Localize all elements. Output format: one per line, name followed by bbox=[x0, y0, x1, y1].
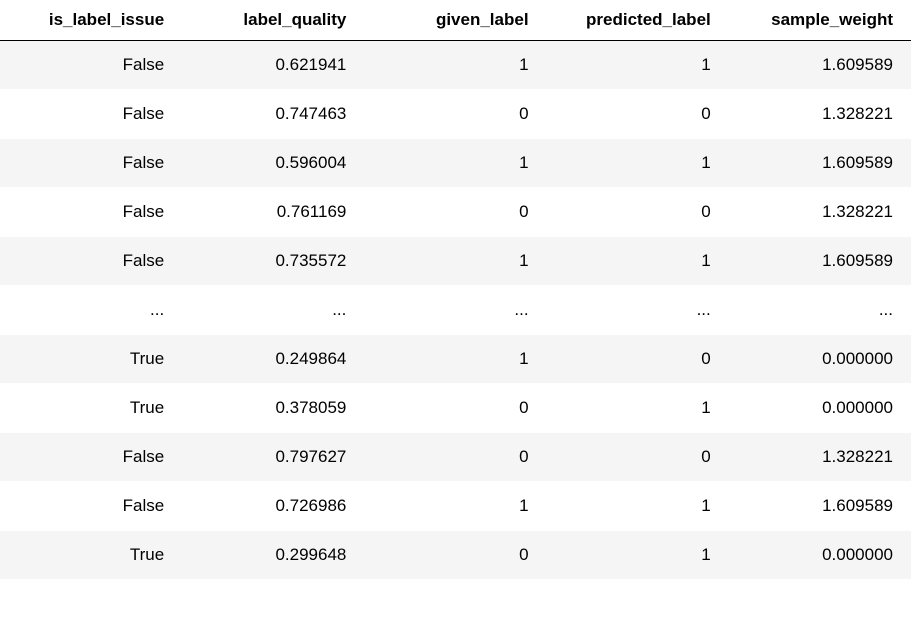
cell: 1.609589 bbox=[729, 41, 911, 90]
cell: ... bbox=[0, 286, 182, 335]
cell: 1 bbox=[547, 139, 729, 188]
cell: 0.596004 bbox=[182, 139, 364, 188]
cell: False bbox=[0, 433, 182, 482]
table-row: False 0.797627 0 0 1.328221 bbox=[0, 433, 911, 482]
table-row: True 0.249864 1 0 0.000000 bbox=[0, 335, 911, 384]
table-body: False 0.621941 1 1 1.609589 False 0.7474… bbox=[0, 41, 911, 580]
cell: ... bbox=[729, 286, 911, 335]
cell: False bbox=[0, 90, 182, 139]
cell: 1.328221 bbox=[729, 90, 911, 139]
cell: 0.761169 bbox=[182, 188, 364, 237]
cell: 0.797627 bbox=[182, 433, 364, 482]
cell: 0.378059 bbox=[182, 384, 364, 433]
col-header-label-quality: label_quality bbox=[182, 0, 364, 41]
cell: 1 bbox=[364, 482, 546, 531]
cell: 0 bbox=[364, 90, 546, 139]
cell: 0.000000 bbox=[729, 531, 911, 580]
cell: 0 bbox=[547, 433, 729, 482]
col-header-is-label-issue: is_label_issue bbox=[0, 0, 182, 41]
cell: 1.328221 bbox=[729, 433, 911, 482]
cell: 1 bbox=[364, 237, 546, 286]
cell: 0.299648 bbox=[182, 531, 364, 580]
table-row: False 0.596004 1 1 1.609589 bbox=[0, 139, 911, 188]
cell: False bbox=[0, 188, 182, 237]
table-row: False 0.621941 1 1 1.609589 bbox=[0, 41, 911, 90]
cell: ... bbox=[364, 286, 546, 335]
cell: False bbox=[0, 139, 182, 188]
cell: 0 bbox=[547, 335, 729, 384]
cell: 0 bbox=[547, 90, 729, 139]
cell: 1 bbox=[547, 237, 729, 286]
table-row: False 0.761169 0 0 1.328221 bbox=[0, 188, 911, 237]
cell: 1 bbox=[364, 335, 546, 384]
cell: True bbox=[0, 335, 182, 384]
cell: False bbox=[0, 41, 182, 90]
cell: 1 bbox=[547, 384, 729, 433]
table-row: False 0.747463 0 0 1.328221 bbox=[0, 90, 911, 139]
cell: 0 bbox=[364, 531, 546, 580]
table-row: True 0.378059 0 1 0.000000 bbox=[0, 384, 911, 433]
table-row: False 0.735572 1 1 1.609589 bbox=[0, 237, 911, 286]
cell: 1.609589 bbox=[729, 237, 911, 286]
cell: True bbox=[0, 384, 182, 433]
cell: 1.609589 bbox=[729, 482, 911, 531]
cell: 0.726986 bbox=[182, 482, 364, 531]
cell: 0 bbox=[364, 384, 546, 433]
cell: 1 bbox=[547, 41, 729, 90]
data-table: is_label_issue label_quality given_label… bbox=[0, 0, 911, 580]
table-header: is_label_issue label_quality given_label… bbox=[0, 0, 911, 41]
cell: 0.000000 bbox=[729, 384, 911, 433]
cell: ... bbox=[547, 286, 729, 335]
cell: 1.609589 bbox=[729, 139, 911, 188]
cell: 0.249864 bbox=[182, 335, 364, 384]
cell: 1 bbox=[364, 41, 546, 90]
cell: 1 bbox=[364, 139, 546, 188]
cell: ... bbox=[182, 286, 364, 335]
cell: 0 bbox=[364, 433, 546, 482]
cell: True bbox=[0, 531, 182, 580]
cell: 1 bbox=[547, 531, 729, 580]
cell: 1.328221 bbox=[729, 188, 911, 237]
col-header-predicted-label: predicted_label bbox=[547, 0, 729, 41]
cell: False bbox=[0, 237, 182, 286]
table-row: False 0.726986 1 1 1.609589 bbox=[0, 482, 911, 531]
cell: 0.747463 bbox=[182, 90, 364, 139]
cell: False bbox=[0, 482, 182, 531]
col-header-sample-weight: sample_weight bbox=[729, 0, 911, 41]
cell: 0.735572 bbox=[182, 237, 364, 286]
cell: 1 bbox=[547, 482, 729, 531]
cell: 0.000000 bbox=[729, 335, 911, 384]
cell: 0.621941 bbox=[182, 41, 364, 90]
cell: 0 bbox=[547, 188, 729, 237]
header-row: is_label_issue label_quality given_label… bbox=[0, 0, 911, 41]
cell: 0 bbox=[364, 188, 546, 237]
ellipsis-row: ... ... ... ... ... bbox=[0, 286, 911, 335]
table-row: True 0.299648 0 1 0.000000 bbox=[0, 531, 911, 580]
col-header-given-label: given_label bbox=[364, 0, 546, 41]
